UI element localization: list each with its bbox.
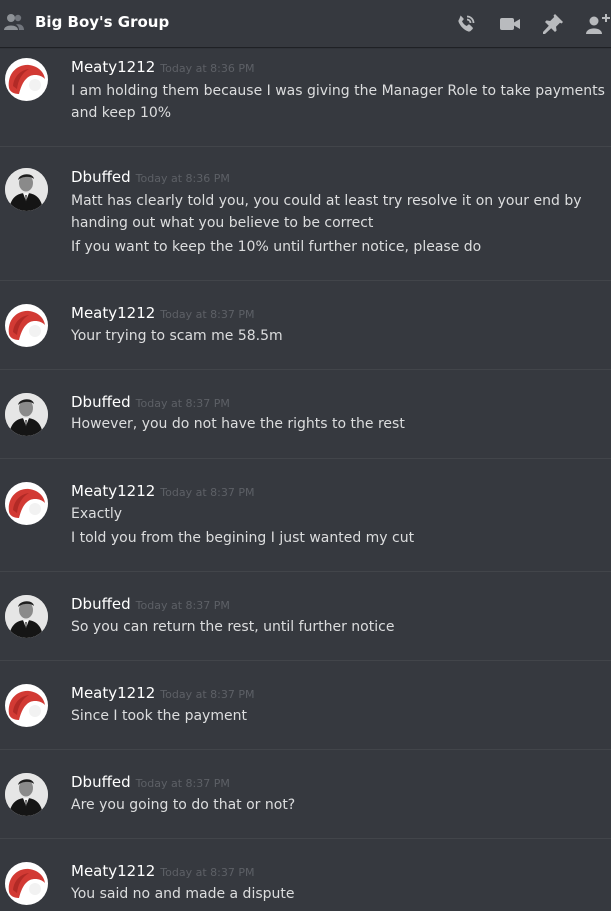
message-header: Meaty1212 Today at 8:37 PM — [71, 481, 254, 503]
author-name[interactable]: Meaty1212 — [71, 684, 155, 702]
message-text: Since I took the payment — [71, 708, 247, 724]
message-timestamp: Today at 8:37 PM — [160, 308, 255, 321]
message-text: Your trying to scam me 58.5m — [71, 328, 283, 344]
message-text: I told you from the begining I just want… — [71, 530, 415, 546]
message-header: Dbuffed Today at 8:37 PM — [71, 594, 230, 616]
message-text: Exactly — [71, 506, 123, 522]
message-timestamp: Today at 8:37 PM — [135, 397, 230, 410]
author-name[interactable]: Dbuffed — [71, 168, 131, 186]
message-header: Dbuffed Today at 8:36 PM — [71, 167, 230, 189]
channel-title: Big Boy's Group — [35, 13, 170, 31]
chat-message: Meaty1212 Today at 8:37 PM Since I took th… — [0, 676, 611, 750]
chat-message: Dbuffed Today at 8:37 PM Are you going to … — [0, 765, 611, 839]
avatar[interactable] — [5, 482, 48, 525]
chat-message: Dbuffed Today at 8:37 PM So you can return… — [0, 587, 611, 661]
avatar[interactable] — [5, 862, 48, 905]
message-timestamp: Today at 8:37 PM — [160, 866, 255, 879]
add-friend-icon[interactable] — [585, 12, 611, 36]
chat-message: Dbuffed Today at 8:36 PM Matt has clearly … — [0, 160, 611, 281]
message-timestamp: Today at 8:36 PM — [135, 172, 230, 185]
chat-message: Meaty1212 Today at 8:37 PM You said no and… — [0, 854, 611, 911]
author-name[interactable]: Meaty1212 — [71, 862, 155, 880]
message-text: handing out what you believe to be corre… — [71, 215, 374, 231]
message-header: Meaty1212 Today at 8:36 PM — [71, 57, 254, 79]
avatar[interactable] — [5, 773, 48, 816]
author-name[interactable]: Meaty1212 — [71, 304, 155, 322]
chat-message: Meaty1212 Today at 8:36 PM I am holding th… — [0, 50, 611, 147]
message-timestamp: Today at 8:37 PM — [135, 599, 230, 612]
chat-window: Big Boy's Group Meaty1212 Today at 8:36 … — [0, 0, 611, 911]
message-timestamp: Today at 8:37 PM — [160, 486, 255, 499]
avatar[interactable] — [5, 595, 48, 638]
author-name[interactable]: Meaty1212 — [71, 58, 155, 76]
message-header: Meaty1212 Today at 8:37 PM — [71, 683, 254, 705]
avatar[interactable] — [5, 304, 48, 347]
message-text: However, you do not have the rights to t… — [71, 416, 405, 432]
message-header: Dbuffed Today at 8:37 PM — [71, 772, 230, 794]
message-text: Are you going to do that or not? — [71, 797, 296, 813]
message-text: and keep 10% — [71, 105, 172, 121]
chat-message: Dbuffed Today at 8:37 PM However, you do n… — [0, 385, 611, 459]
message-text: I am holding them because I was giving t… — [71, 83, 605, 99]
message-timestamp: Today at 8:36 PM — [160, 62, 255, 75]
message-header: Dbuffed Today at 8:37 PM — [71, 392, 230, 414]
avatar[interactable] — [5, 393, 48, 436]
video-call-icon[interactable] — [498, 12, 522, 36]
message-timestamp: Today at 8:37 PM — [135, 777, 230, 790]
voice-call-icon[interactable] — [454, 12, 478, 36]
chat-header: Big Boy's Group — [0, 0, 611, 47]
group-icon — [3, 11, 25, 33]
author-name[interactable]: Dbuffed — [71, 773, 131, 791]
author-name[interactable]: Dbuffed — [71, 595, 131, 613]
author-name[interactable]: Dbuffed — [71, 393, 131, 411]
message-timestamp: Today at 8:37 PM — [160, 688, 255, 701]
avatar[interactable] — [5, 58, 48, 101]
message-text: If you want to keep the 10% until furthe… — [71, 239, 482, 255]
chat-message: Meaty1212 Today at 8:37 PM Your trying to … — [0, 296, 611, 370]
author-name[interactable]: Meaty1212 — [71, 482, 155, 500]
avatar[interactable] — [5, 684, 48, 727]
message-header: Meaty1212 Today at 8:37 PM — [71, 861, 254, 883]
chat-message: Meaty1212 Today at 8:37 PM Exactly I told y… — [0, 474, 611, 572]
message-text: Matt has clearly told you, you could at … — [71, 193, 582, 209]
message-text: So you can return the rest, until furthe… — [71, 619, 395, 635]
pin-icon[interactable] — [541, 12, 565, 36]
message-header: Meaty1212 Today at 8:37 PM — [71, 303, 254, 325]
avatar[interactable] — [5, 168, 48, 211]
message-text: You said no and made a dispute — [71, 886, 295, 902]
